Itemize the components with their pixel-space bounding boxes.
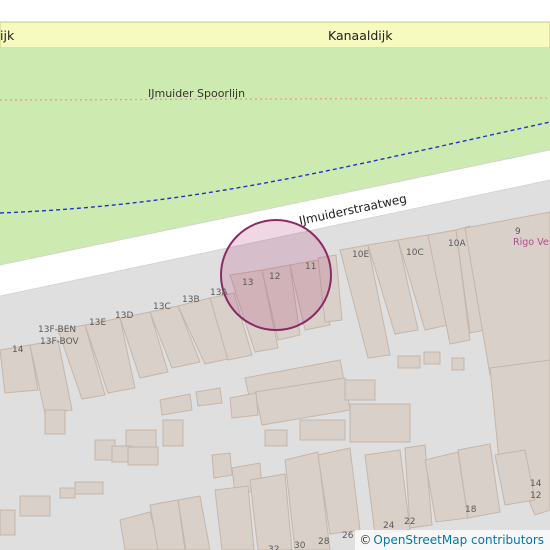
house-number: 10E <box>352 250 369 260</box>
house-number: 9 <box>515 227 521 237</box>
house-number: 26 <box>342 531 354 541</box>
house-number: 13D <box>115 311 133 321</box>
house-number: 28 <box>318 537 330 547</box>
map-canvas: Kanaaldijk ijk IJmuider Spoorlijn IJmuid… <box>0 0 550 550</box>
house-number: 13C <box>153 302 171 312</box>
house-number: 13F-BEN <box>38 325 76 335</box>
house-number: 14 <box>12 345 24 355</box>
map-attribution: © OpenStreetMap contributors <box>355 530 550 550</box>
house-number: 12 <box>530 491 541 501</box>
kanaaldijk-left-label: ijk <box>0 28 15 43</box>
house-number: 13 <box>242 278 253 288</box>
house-number: 30 <box>294 541 306 550</box>
poi-label[interactable]: Rigo Ve <box>513 237 549 248</box>
house-number: 18 <box>465 505 477 515</box>
copyright-symbol: © <box>359 533 372 547</box>
house-number: 13F-BOV <box>40 337 79 347</box>
house-number: 10C <box>406 248 424 258</box>
house-number: 13E <box>89 318 106 328</box>
house-number: 12 <box>269 272 280 282</box>
map-view[interactable]: Kanaaldijk ijk IJmuider Spoorlijn IJmuid… <box>0 0 550 550</box>
osm-contributors-link[interactable]: OpenStreetMap contributors <box>373 533 544 547</box>
kanaaldijk-label: Kanaaldijk <box>328 28 393 43</box>
kanaaldijk-road[interactable] <box>0 21 550 49</box>
house-number: 11 <box>305 262 316 272</box>
house-number: 10A <box>448 239 466 249</box>
top-road-edge <box>0 0 550 22</box>
house-number: 14 <box>530 479 542 489</box>
house-number: 13B <box>182 295 200 305</box>
spoorlijn-label: IJmuider Spoorlijn <box>148 87 245 100</box>
house-number: 13A <box>210 288 228 298</box>
house-number: 32 <box>268 545 279 550</box>
house-number: 22 <box>404 517 415 527</box>
